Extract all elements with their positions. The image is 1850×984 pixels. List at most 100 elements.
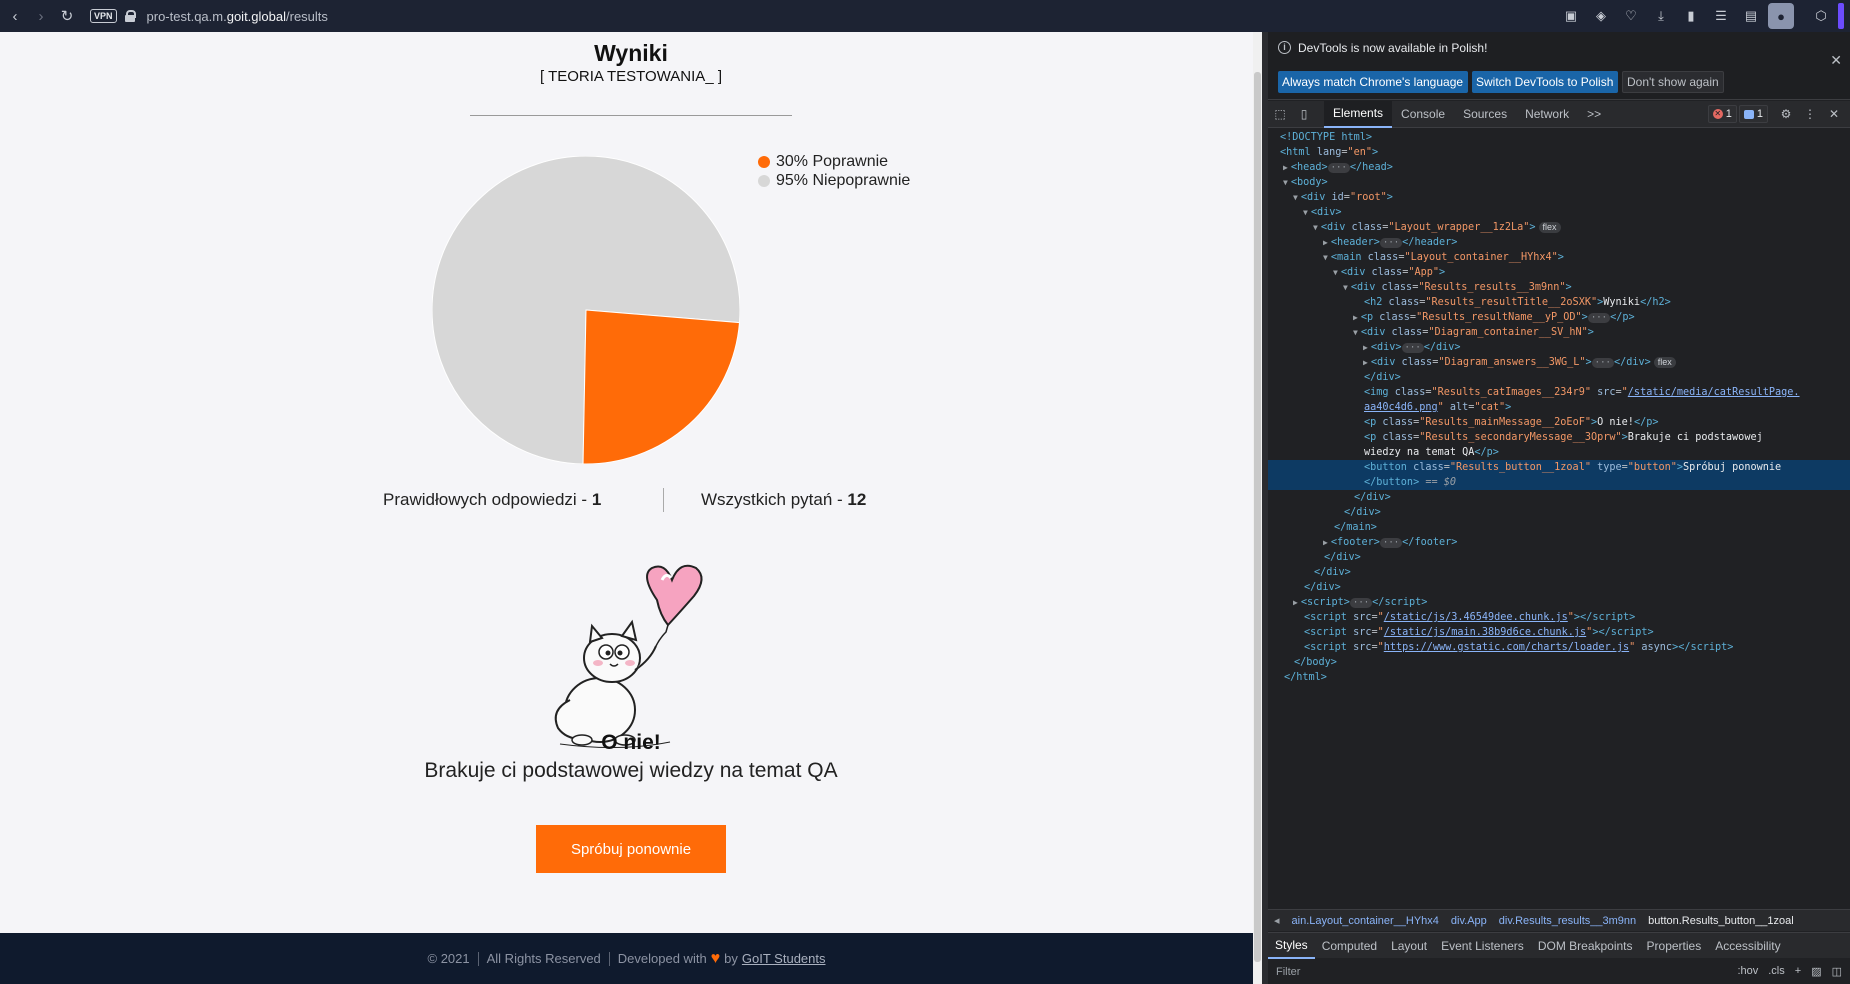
dom-line-script3[interactable]: <script src="https://www.gstatic.com/cha… <box>1268 640 1850 655</box>
dom-line-doctype[interactable]: <!DOCTYPE html> <box>1268 130 1850 145</box>
page-scrollbar[interactable] <box>1253 32 1262 984</box>
dom-line-div[interactable]: ▼ <div> <box>1268 205 1850 220</box>
tab-event-listeners[interactable]: Event Listeners <box>1434 933 1531 959</box>
tab-console[interactable]: Console <box>1392 101 1454 128</box>
dom-link[interactable]: https://www.gstatic.com/charts/loader.js <box>1384 642 1629 653</box>
dont-show-again-button[interactable]: Don't show again <box>1622 71 1724 93</box>
forward-icon[interactable]: › <box>28 3 54 29</box>
dom-line-close-div2[interactable]: </div> <box>1268 505 1850 520</box>
tab-computed[interactable]: Computed <box>1315 933 1384 959</box>
sidebar-icon[interactable]: ▤ <box>1738 3 1764 29</box>
breadcrumb-scroll-left-icon[interactable]: ◂ <box>1268 914 1286 927</box>
dom-line-footer[interactable]: ▶ <footer> ··· </footer> <box>1268 535 1850 550</box>
dom-line-diagram[interactable]: ▼ <div class="Diagram_container__SV_hN"> <box>1268 325 1850 340</box>
always-match-button[interactable]: Always match Chrome's language <box>1278 71 1468 93</box>
address-bar[interactable]: pro-test.qa.m.goit.global/results <box>147 9 328 24</box>
dom-line-diagram-answers[interactable]: ▶ <div class="Diagram_answers__3WG_L"> ···… <box>1268 355 1850 370</box>
dom-line-button-selected[interactable]: <button class="Results_button__1zoal" ty… <box>1268 460 1850 490</box>
dom-link[interactable]: /static/js/main.38b9d6ce.chunk.js <box>1384 627 1586 638</box>
message-badge[interactable]: 1 <box>1738 105 1768 123</box>
breadcrumb-item[interactable]: div.App <box>1445 915 1493 927</box>
dom-line-header[interactable]: ▶ <header> ··· </header> <box>1268 235 1850 250</box>
dom-line-script1[interactable]: <script src="/static/js/3.46549dee.chunk… <box>1268 610 1850 625</box>
dom-line-second-msg-cont[interactable]: wiedzy na temat QA</p> <box>1268 445 1850 460</box>
download-icon[interactable]: ⤓ <box>1648 3 1674 29</box>
breadcrumb-item[interactable]: ain.Layout_container__HYhx4 <box>1286 915 1445 927</box>
flex-badge[interactable]: flex <box>1538 222 1561 233</box>
dom-link[interactable]: /static/media/catResultPage. <box>1628 387 1800 398</box>
dom-line-close-div5[interactable]: </div> <box>1268 580 1850 595</box>
dom-line-close-div3[interactable]: </div> <box>1268 550 1850 565</box>
dom-line-script0[interactable]: ▶ <script> ··· </script> <box>1268 595 1850 610</box>
paint-icon[interactable]: ▨ <box>1811 965 1821 978</box>
shield-icon[interactable]: ◈ <box>1588 3 1614 29</box>
close-devtools-icon[interactable]: ✕ <box>1822 101 1846 128</box>
dom-line-layout-wrapper[interactable]: ▼ <div class="Layout_wrapper__1z2La"> flex <box>1268 220 1850 235</box>
switch-language-button[interactable]: Switch DevTools to Polish <box>1472 71 1618 93</box>
dom-line-diagram-div[interactable]: ▶ <div> ··· </div> <box>1268 340 1850 355</box>
goit-students-link[interactable]: GoIT Students <box>742 951 826 966</box>
dom-line-body[interactable]: ▼ <body> <box>1268 175 1850 190</box>
more-tabs-icon[interactable]: >> <box>1578 101 1610 128</box>
dom-line-root[interactable]: ▼ <div id="root"> <box>1268 190 1850 205</box>
dom-line-close-html[interactable]: </html> <box>1268 670 1850 685</box>
tab-styles[interactable]: Styles <box>1268 933 1315 959</box>
dom-line-close-body[interactable]: </body> <box>1268 655 1850 670</box>
cls-toggle[interactable]: .cls <box>1768 965 1785 978</box>
tab-layout[interactable]: Layout <box>1384 933 1434 959</box>
tab-accessibility[interactable]: Accessibility <box>1708 933 1787 959</box>
dom-link[interactable]: aa40c4d6.png <box>1364 402 1438 413</box>
dom-line-results[interactable]: ▼ <div class="Results_results__3m9nn"> <box>1268 280 1850 295</box>
device-toolbar-icon[interactable]: ▯ <box>1292 101 1316 128</box>
add-rule-icon[interactable]: + <box>1795 965 1801 978</box>
styles-filter-input[interactable]: Filter <box>1276 963 1616 981</box>
dom-line-close-div4[interactable]: </div> <box>1268 565 1850 580</box>
dom-line-main[interactable]: ▼ <main class="Layout_container__HYhx4"> <box>1268 250 1850 265</box>
breadcrumb: ◂ ain.Layout_container__HYhx4 div.App di… <box>1268 909 1850 931</box>
reload-icon[interactable]: ↻ <box>54 3 80 29</box>
dom-line-script2[interactable]: <script src="/static/js/main.38b9d6ce.ch… <box>1268 625 1850 640</box>
dom-line-img-cont[interactable]: aa40c4d6.png" alt="cat"> <box>1268 400 1850 415</box>
heart-icon[interactable]: ♡ <box>1618 3 1644 29</box>
back-icon[interactable]: ‹ <box>2 3 28 29</box>
tab-dom-breakpoints[interactable]: DOM Breakpoints <box>1531 933 1640 959</box>
battery-icon[interactable]: ▮ <box>1678 3 1704 29</box>
dom-line-h2[interactable]: <h2 class="Results_resultTitle__2oSXK">W… <box>1268 295 1850 310</box>
inspect-icon[interactable]: ⬚ <box>1268 101 1292 128</box>
menu-icon[interactable]: ☰ <box>1708 3 1734 29</box>
flex-badge[interactable]: flex <box>1653 357 1676 368</box>
tab-elements[interactable]: Elements <box>1324 100 1393 128</box>
dom-line-head[interactable]: ▶ <head> ··· </head> <box>1268 160 1850 175</box>
retry-button[interactable]: Spróbuj ponownie <box>536 825 726 873</box>
dom-line-close-main[interactable]: </main> <box>1268 520 1850 535</box>
dom-line-div-close[interactable]: </div> <box>1268 370 1850 385</box>
dom-link[interactable]: /static/js/3.46549dee.chunk.js <box>1384 612 1568 623</box>
dom-text: Wyniki <box>1603 297 1641 308</box>
close-icon[interactable]: ✕ <box>1830 52 1842 69</box>
dom-line-p-name[interactable]: ▶ <p class="Results_resultName__yP_OD"> ··… <box>1268 310 1850 325</box>
camera-icon[interactable]: ▣ <box>1558 3 1584 29</box>
tab-properties[interactable]: Properties <box>1640 933 1709 959</box>
hov-toggle[interactable]: :hov <box>1737 965 1758 978</box>
dom-line-close-div1[interactable]: </div> <box>1268 490 1850 505</box>
gear-icon[interactable]: ⚙ <box>1774 101 1798 128</box>
dom-line-main-msg[interactable]: <p class="Results_mainMessage__2oEoF">O … <box>1268 415 1850 430</box>
dom-line-app[interactable]: ▼ <div class="App"> <box>1268 265 1850 280</box>
breadcrumb-item[interactable]: div.Results_results__3m9nn <box>1493 915 1642 927</box>
profile-icon[interactable]: ● <box>1768 3 1794 29</box>
dom-line-html[interactable]: <html lang="en"> <box>1268 145 1850 160</box>
vpn-badge[interactable]: VPN <box>90 9 117 23</box>
sidebar-toggle-icon[interactable]: ◫ <box>1832 965 1842 978</box>
pie-slice-poprawnie <box>582 309 740 464</box>
tab-network[interactable]: Network <box>1516 101 1578 128</box>
dom-line-second-msg[interactable]: <p class="Results_secondaryMessage__3Opr… <box>1268 430 1850 445</box>
kebab-menu-icon[interactable]: ⋮ <box>1798 101 1822 128</box>
scroll-thumb[interactable] <box>1254 72 1261 962</box>
dom-line-img[interactable]: <img class="Results_catImages__234r9" sr… <box>1268 385 1850 400</box>
lock-icon[interactable] <box>124 10 136 22</box>
box-icon[interactable]: ⬡ <box>1808 3 1834 29</box>
breadcrumb-item-active[interactable]: button.Results_button__1zoal <box>1642 915 1800 927</box>
error-badge[interactable]: ✕ 1 <box>1707 105 1737 123</box>
tab-sources[interactable]: Sources <box>1454 101 1516 128</box>
dom-attr-value: "Layout_container__HYhx4" <box>1404 252 1558 263</box>
